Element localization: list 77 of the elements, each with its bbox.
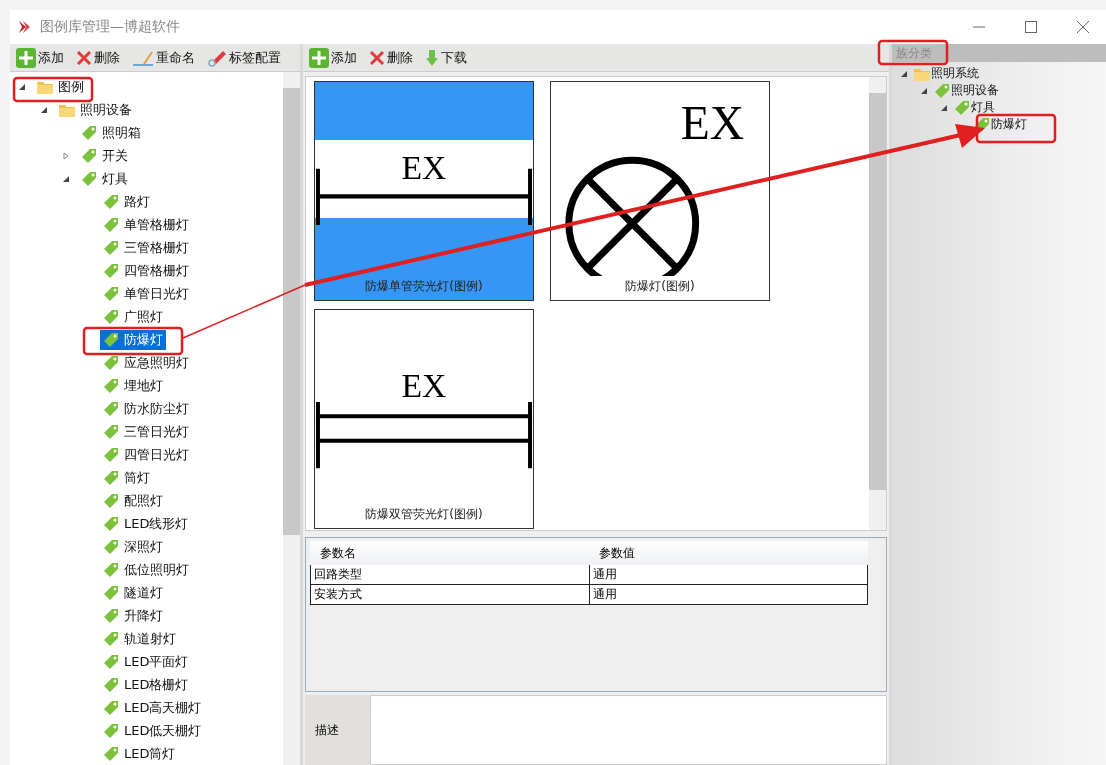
tree-item[interactable]: 照明箱 <box>78 122 144 143</box>
tree-item[interactable]: 灯具 <box>78 168 131 189</box>
description-label: 描述 <box>305 695 370 765</box>
add-icon <box>309 47 329 68</box>
tree-item[interactable]: 三管日光灯 <box>100 421 192 442</box>
tree-item[interactable]: 轨道射灯 <box>100 628 179 649</box>
table-cell: 通用 <box>588 565 867 584</box>
symbol-caption: 防爆灯(图例) <box>624 278 696 295</box>
tree-item[interactable]: 防水防尘灯 <box>100 398 192 419</box>
annotation-box <box>877 39 949 66</box>
expanded-arrow-icon[interactable] <box>900 69 908 78</box>
toolbar-button[interactable]: 重命名 <box>130 48 197 67</box>
add-icon <box>16 47 36 68</box>
delete-icon <box>369 49 385 66</box>
tree-item[interactable]: LED高天棚灯 <box>100 697 205 718</box>
tree-item[interactable]: 低位照明灯 <box>100 559 192 580</box>
scrollbar[interactable] <box>869 77 886 530</box>
tree-item[interactable]: 单管日光灯 <box>100 283 192 304</box>
expanded-arrow-icon[interactable] <box>940 103 948 112</box>
expanded-arrow-icon[interactable] <box>40 105 48 114</box>
expanded-arrow-icon[interactable] <box>920 86 928 95</box>
toolbar-button[interactable]: 添加 <box>14 47 66 68</box>
tree-item[interactable]: 照明设备 <box>934 82 999 99</box>
tree-item[interactable]: 升降灯 <box>100 605 166 626</box>
pencil-icon <box>132 49 154 66</box>
folder-icon <box>59 102 75 117</box>
toolbar-button[interactable]: 删除 <box>74 48 122 67</box>
close-icon[interactable] <box>1076 20 1090 34</box>
download-icon <box>425 48 439 67</box>
tree-item[interactable]: 深照灯 <box>100 536 166 557</box>
tree-item[interactable]: 四管格栅灯 <box>100 260 192 281</box>
delete-icon <box>76 49 92 66</box>
toolbar-button[interactable]: 下载 <box>423 48 469 67</box>
symbol-card[interactable]: EX 防爆双管荧光灯(图例) <box>314 309 534 529</box>
symbol-caption: 防爆单管荧光灯(图例) <box>364 278 484 295</box>
window-title: 图例库管理—博超软件 <box>40 18 180 36</box>
tree-item[interactable]: 图例 <box>34 76 87 97</box>
table-cell-text: 回路类型 <box>313 566 363 583</box>
app-logo-icon <box>18 20 32 34</box>
tree-item[interactable]: LED筒灯 <box>100 743 179 764</box>
table-cell-text: 安装方式 <box>313 586 363 603</box>
tree-item[interactable]: 路灯 <box>100 191 153 212</box>
symbol-card[interactable]: EX 防爆单管荧光灯(图例) <box>314 81 534 301</box>
tree-item[interactable]: 单管格栅灯 <box>100 214 192 235</box>
column-header[interactable]: 参数名 <box>310 544 589 562</box>
tree-item[interactable]: 配照灯 <box>100 490 166 511</box>
symbol-card[interactable]: EX 防爆灯(图例) <box>550 81 770 301</box>
tree-item[interactable]: 隧道灯 <box>100 582 166 603</box>
tree-item[interactable]: 应急照明灯 <box>100 352 192 373</box>
symbol-caption: 防爆双管荧光灯(图例) <box>364 506 484 523</box>
column-header[interactable]: 参数值 <box>589 544 868 562</box>
tree-item[interactable]: 灯具 <box>954 99 995 116</box>
tree-item[interactable]: 埋地灯 <box>100 375 166 396</box>
toolbar-button[interactable]: 添加 <box>307 47 359 68</box>
tree-item[interactable]: 照明设备 <box>56 99 135 120</box>
collapsed-arrow-icon[interactable] <box>62 151 70 160</box>
expanded-arrow-icon[interactable] <box>62 174 70 183</box>
tree-item[interactable]: LED低天棚灯 <box>100 720 205 741</box>
tree-item[interactable]: 照明系统 <box>914 65 979 82</box>
maximize-icon[interactable] <box>1024 20 1038 34</box>
toolbar-button[interactable]: 标签配置 <box>205 48 283 67</box>
tree-item[interactable]: 防爆灯 <box>100 329 166 350</box>
expanded-arrow-icon[interactable] <box>18 82 26 91</box>
toolbar-button[interactable]: 删除 <box>367 48 415 67</box>
folder-icon <box>914 66 930 81</box>
tree-item[interactable]: 筒灯 <box>100 467 153 488</box>
tree-item[interactable]: 四管日光灯 <box>100 444 192 465</box>
tree-item[interactable]: LED平面灯 <box>100 651 192 672</box>
tree-item[interactable]: LED格栅灯 <box>100 674 192 695</box>
folder-icon <box>37 79 53 94</box>
table-cell: 通用 <box>588 585 867 604</box>
scrollbar[interactable] <box>283 72 300 765</box>
description-field[interactable] <box>370 695 887 765</box>
tree-item[interactable]: LED线形灯 <box>100 513 192 534</box>
tree-item[interactable]: 三管格栅灯 <box>100 237 192 258</box>
tree-item[interactable]: 开关 <box>78 145 131 166</box>
tree-item[interactable]: 广照灯 <box>100 306 166 327</box>
